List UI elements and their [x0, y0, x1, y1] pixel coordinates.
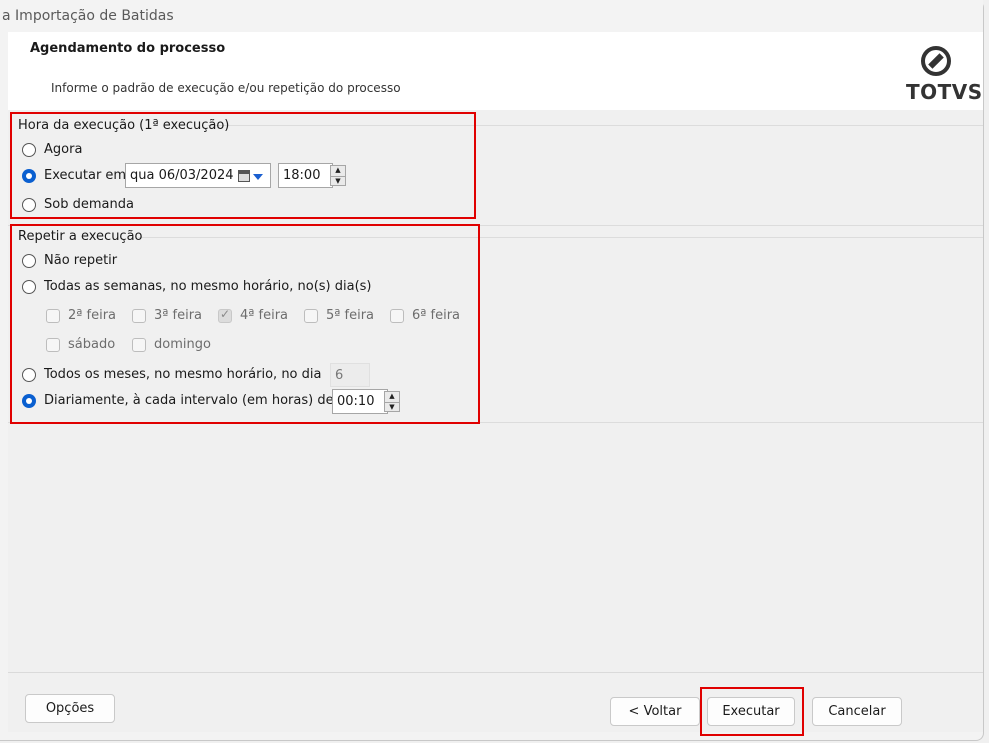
annotation-box-exec-time	[10, 112, 476, 219]
annotation-box-execute	[700, 687, 804, 736]
footer-divider	[8, 672, 983, 673]
wizard-header: Agendamento do processo Informe o padrão…	[8, 32, 983, 110]
options-button[interactable]: Opções	[25, 694, 115, 723]
totvs-logo: TOTVS	[906, 44, 982, 106]
logo-text: TOTVS	[906, 80, 983, 104]
title-prefix: a	[2, 8, 11, 24]
page-title: Agendamento do processo	[30, 41, 226, 56]
totvs-logo-icon	[921, 46, 951, 76]
window-title: Importação de Batidas	[15, 8, 174, 24]
annotation-box-repeat	[10, 224, 480, 424]
title-bar: a Importação de Batidas	[0, 0, 983, 32]
back-button[interactable]: < Voltar	[610, 697, 700, 726]
cancel-button[interactable]: Cancelar	[812, 697, 902, 726]
page-subtitle: Informe o padrão de execução e/ou repeti…	[51, 81, 401, 95]
